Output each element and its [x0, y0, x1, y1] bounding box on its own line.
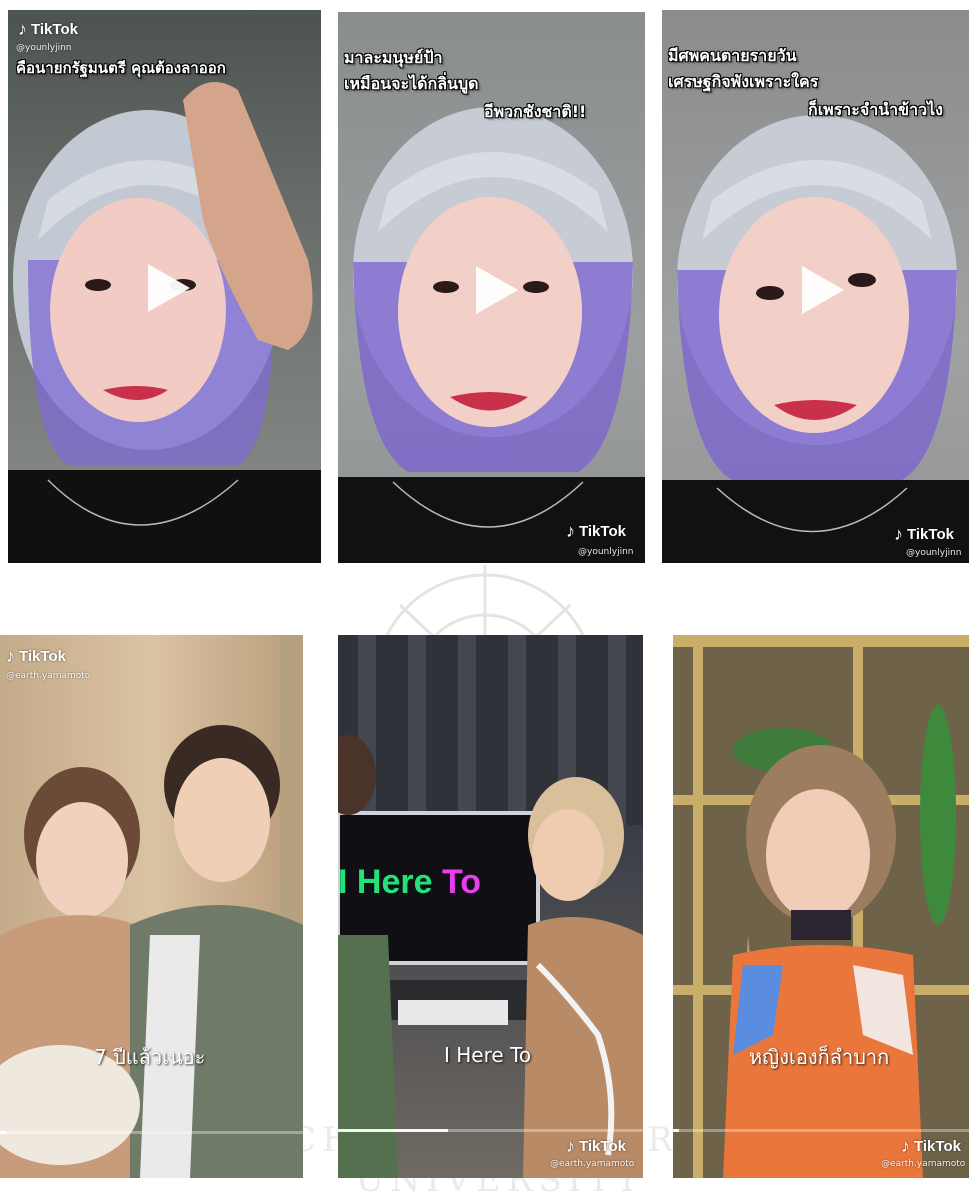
creator-handle: @earth.yamamoto	[550, 1159, 635, 1169]
tiktok-note-icon: ♪	[894, 524, 903, 544]
creator-portrait	[673, 635, 969, 1178]
video-caption-line-2: เหมือนจะได้กลิ่นบูด	[344, 74, 479, 94]
video-progress-bar[interactable]	[338, 1129, 643, 1132]
tiktok-note-icon: ♪	[901, 1136, 910, 1156]
couple-scene	[0, 635, 303, 1178]
video-caption-line-2: เศรษฐกิจพังเพราะใคร	[667, 72, 819, 92]
video-caption-line-3: อีพวกชังชาติ!!	[483, 102, 587, 122]
tiktok-note-icon: ♪	[18, 19, 27, 39]
video-thumbnail-1[interactable]: ♪ TikTok @younlyjinn คือนายกรัฐมนตรี คุณ…	[8, 10, 321, 563]
creator-handle: @younlyjinn	[16, 43, 72, 53]
video-caption-line-3: ก็เพราะจำนำข้าวไง	[808, 100, 944, 120]
studio-scene	[338, 635, 643, 1178]
video-subtitle: I Here To	[444, 1043, 532, 1067]
tiktok-logo: ♪ TikTok	[6, 646, 66, 666]
play-icon	[148, 264, 190, 312]
tiktok-logo: ♪ TikTok	[894, 524, 954, 544]
tiktok-logo: ♪ TikTok	[566, 1136, 626, 1156]
progress-fill	[673, 1129, 679, 1132]
creator-handle: @earth.yamamoto	[6, 671, 91, 681]
monitor-text-word1: I Here	[338, 863, 433, 901]
creator-handle: @younlyjinn	[906, 548, 962, 558]
tiktok-logo: ♪ TikTok	[566, 521, 626, 541]
tiktok-logo: ♪ TikTok	[18, 19, 78, 39]
monitor-text-word2: To	[441, 863, 481, 901]
play-icon	[802, 266, 844, 314]
progress-fill	[0, 1131, 7, 1134]
tiktok-logo: ♪ TikTok	[901, 1136, 961, 1156]
creator-handle: @younlyjinn	[578, 547, 634, 557]
progress-fill	[338, 1129, 448, 1132]
video-thumbnail-3[interactable]: มีศพคนตายรายวัน เศรษฐกิจพังเพราะใคร ก็เพ…	[662, 10, 969, 563]
video-caption-line-1: คือนายกรัฐมนตรี คุณต้องลาออก	[16, 59, 227, 78]
tiktok-note-icon: ♪	[566, 1136, 575, 1156]
video-thumbnail-2[interactable]: มาละมนุษย์ป้า เหมือนจะได้กลิ่นบูด อีพวกช…	[338, 12, 645, 563]
video-progress-bar[interactable]	[673, 1129, 969, 1132]
play-icon	[476, 266, 518, 314]
video-subtitle: 7 ปีแล้วเนอะ	[94, 1045, 206, 1069]
play-button[interactable]	[798, 264, 846, 316]
video-subtitle: หญิงเองก็ลำบาก	[749, 1045, 890, 1069]
creator-handle: @earth.yamamoto	[881, 1159, 966, 1169]
video-thumbnail-6[interactable]: หญิงเองก็ลำบาก ♪ TikTok @earth.yamamoto	[673, 635, 969, 1178]
play-button[interactable]	[144, 262, 192, 314]
play-button[interactable]	[472, 264, 520, 316]
video-thumbnail-4[interactable]: ♪ TikTok @earth.yamamoto 7 ปีแล้วเนอะ	[0, 635, 303, 1178]
video-thumbnail-5[interactable]: I Here To I Here To ♪ TikTok @earth.yama…	[338, 635, 643, 1178]
tiktok-note-icon: ♪	[566, 521, 575, 541]
monitor-text: I Here To	[338, 863, 481, 902]
video-caption-line-1: มีศพคนตายรายวัน	[668, 46, 798, 66]
video-caption-line-1: มาละมนุษย์ป้า	[343, 48, 443, 68]
tiktok-note-icon: ♪	[6, 646, 15, 666]
video-progress-bar[interactable]	[0, 1131, 303, 1134]
